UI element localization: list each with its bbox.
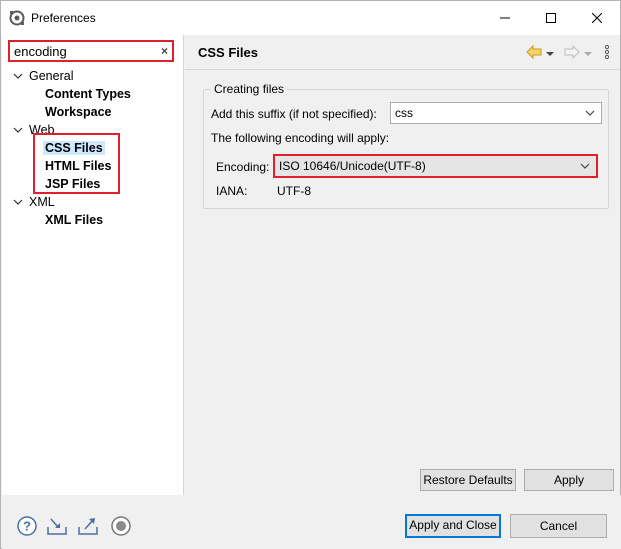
chevron-down-icon [13,127,23,133]
tree-item-content-types[interactable]: Content Types [45,85,131,103]
iana-value: UTF-8 [277,184,311,198]
maximize-icon [546,13,556,23]
close-button[interactable] [574,1,620,35]
close-icon [592,13,602,23]
page-navigation [526,44,610,63]
tree-item-xml-files[interactable]: XML Files [45,211,103,229]
window-title: Preferences [31,11,96,25]
encoding-info-text: The following encoding will apply: [211,131,390,145]
title-bar: Preferences [1,1,620,35]
creating-files-group: Creating files Add this suffix (if not s… [203,82,609,209]
encoding-combo[interactable]: ISO 10646/Unicode(UTF-8) [273,154,598,178]
dialog-button-bar: ? Apply and Close Cancel [2,495,621,549]
filter-input[interactable]: encoding × [8,40,174,62]
back-arrow-icon[interactable] [526,44,542,62]
tree-item-html-files[interactable]: HTML Files [45,157,111,175]
cancel-button[interactable]: Cancel [510,514,607,538]
tree-item-jsp-files[interactable]: JSP Files [45,175,100,193]
clear-filter-icon[interactable]: × [161,44,168,58]
suffix-value: css [395,106,413,120]
suffix-combo[interactable]: css [390,102,602,124]
title-separator [185,69,620,70]
suffix-label: Add this suffix (if not specified): [211,107,377,121]
tree-node-web[interactable]: Web [12,121,54,139]
minimize-button[interactable] [482,1,528,35]
page-title: CSS Files [198,45,258,60]
forward-dropdown-icon[interactable] [584,47,592,61]
tree-item-workspace[interactable]: Workspace [45,103,111,121]
filter-text[interactable]: encoding [14,44,67,59]
forward-arrow-icon[interactable] [564,44,580,62]
chevron-down-icon [585,110,595,116]
iana-label: IANA: [216,184,248,198]
tree-item-css-files[interactable]: CSS Files [43,139,105,157]
encoding-label: Encoding: [216,160,270,174]
view-menu-icon[interactable] [604,44,610,63]
apply-button[interactable]: Apply [524,469,614,491]
maximize-button[interactable] [528,1,574,35]
chevron-down-icon [13,73,23,79]
minimize-icon [500,17,510,19]
preferences-dialog: Preferences encoding × General Content T… [0,0,621,549]
encoding-value: ISO 10646/Unicode(UTF-8) [279,159,426,173]
svg-text:?: ? [23,519,31,534]
help-icon[interactable]: ? [16,515,38,537]
restore-defaults-button[interactable]: Restore Defaults [420,469,516,491]
eclipse-preferences-icon [9,10,25,26]
export-icon[interactable] [77,515,99,537]
chevron-down-icon [13,199,23,205]
record-icon[interactable] [110,515,132,537]
back-dropdown-icon[interactable] [546,47,554,61]
preference-tree-pane: encoding × General Content Types Workspa… [2,35,184,495]
tree-node-xml[interactable]: XML [12,193,55,211]
tree-node-general[interactable]: General [12,67,73,85]
apply-and-close-button[interactable]: Apply and Close [405,514,501,538]
chevron-down-icon [580,163,590,169]
import-icon[interactable] [46,515,68,537]
group-title: Creating files [211,82,288,96]
preference-page: CSS Files Creating files Add this suffix… [185,35,620,495]
